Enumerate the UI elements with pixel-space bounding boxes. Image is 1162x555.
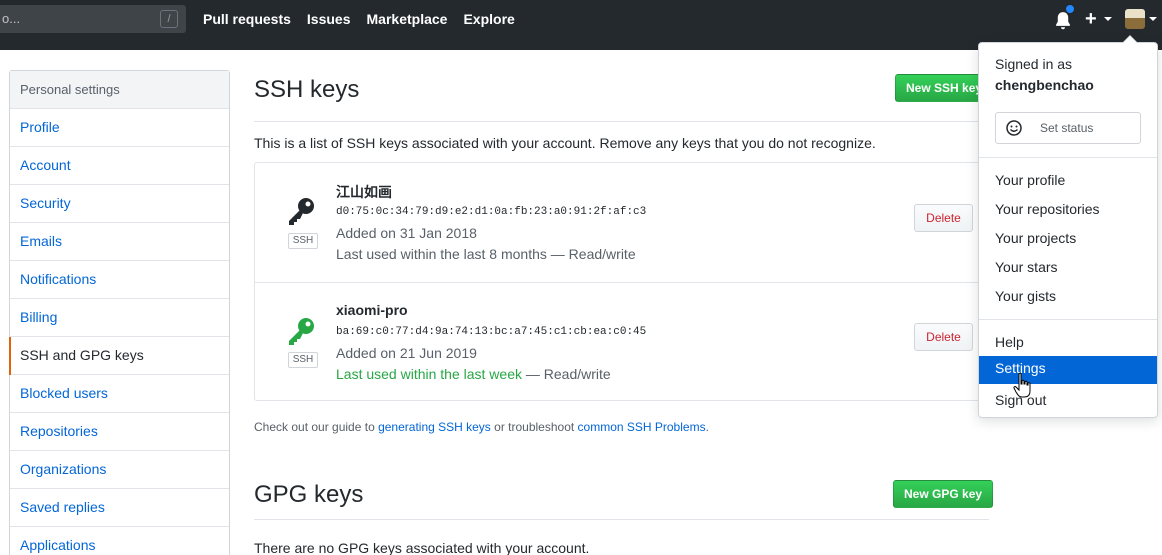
delete-key-button[interactable]: Delete [914,204,973,232]
smiley-icon [1006,120,1022,136]
sidebar-item-profile[interactable]: Profile [10,109,229,147]
sidebar-item-repositories[interactable]: Repositories [10,413,229,451]
guide-text-post: . [705,420,709,434]
key-icon [289,318,314,345]
avatar-caret-icon [1149,17,1157,21]
menu-item-your-stars[interactable]: Your stars [979,255,1157,279]
key-name: xiaomi-pro [336,302,408,318]
gpg-description: There are no GPG keys associated with yo… [254,540,590,555]
list-item: SSH 江山如画 d0:75:0c:34:79:d9:e2:d1:0a:fb:2… [255,163,988,282]
gpg-keys-title: GPG keys [254,481,364,508]
guide-text-pre: Check out our guide to [254,420,379,434]
key-last-used-time: Last used within the last week [336,366,522,382]
ssh-guide-text: Check out our guide to generating SSH ke… [254,420,709,434]
settings-sidebar: Personal settings Profile Account Securi… [9,70,230,555]
key-access-level: — Read/write [546,246,636,262]
signed-in-username[interactable]: chengbenchao [995,77,1094,93]
set-status-label: Set status [1040,121,1094,135]
create-caret-icon [1104,17,1112,21]
key-last-used-time: Last used within the last 8 months [336,246,547,262]
key-icon [289,198,314,225]
dropdown-divider [979,157,1157,158]
menu-item-settings[interactable]: Settings [979,356,1157,384]
sidebar-heading: Personal settings [10,71,229,109]
search-input[interactable]: o... / [0,5,186,33]
nav-explore[interactable]: Explore [463,11,514,27]
hand-pointer-icon [1013,372,1031,398]
list-item: SSH xiaomi-pro ba:69:c0:77:d4:9a:74:13:b… [255,282,988,401]
sidebar-item-security[interactable]: Security [10,185,229,223]
ssh-badge: SSH [288,233,318,249]
ssh-key-list: SSH 江山如画 d0:75:0c:34:79:d9:e2:d1:0a:fb:2… [254,162,989,401]
sidebar-item-blocked-users[interactable]: Blocked users [10,375,229,413]
sidebar-item-billing[interactable]: Billing [10,299,229,337]
sidebar-item-notifications[interactable]: Notifications [10,261,229,299]
guide-text-mid: or troubleshoot [490,420,578,434]
nav-marketplace[interactable]: Marketplace [367,11,448,27]
signed-in-label: Signed in as [995,56,1073,72]
set-status-button[interactable]: Set status [995,112,1141,144]
menu-item-your-projects[interactable]: Your projects [979,226,1157,250]
sidebar-item-emails[interactable]: Emails [10,223,229,261]
dropdown-caret [1122,35,1138,43]
key-added-date: Added on 31 Jan 2018 [336,225,477,241]
notification-dot [1065,4,1075,14]
sidebar-item-ssh-gpg-keys[interactable]: SSH and GPG keys [9,337,229,375]
ssh-description: This is a list of SSH keys associated wi… [254,135,876,151]
key-fingerprint: d0:75:0c:34:79:d9:e2:d1:0a:fb:23:a0:91:2… [336,206,647,218]
common-ssh-problems-link[interactable]: common SSH Problems [578,420,706,434]
avatar[interactable] [1125,9,1145,29]
ssh-title-divider [254,121,989,122]
header-actions: + [1052,4,1162,32]
key-last-used: Last used within the last 8 months — Rea… [336,246,636,262]
menu-item-sign-out[interactable]: Sign out [979,388,1157,412]
key-added-date: Added on 21 Jun 2019 [336,345,477,361]
main-nav: Pull requests Issues Marketplace Explore [203,11,515,27]
key-last-used: Last used within the last week — Read/wr… [336,366,611,382]
menu-item-your-gists[interactable]: Your gists [979,284,1157,308]
plus-icon[interactable]: + [1085,8,1097,31]
ssh-keys-title: SSH keys [254,76,360,103]
search-shortcut-key: / [160,10,178,28]
sidebar-item-organizations[interactable]: Organizations [10,451,229,489]
new-gpg-key-button[interactable]: New GPG key [893,480,994,508]
nav-issues[interactable]: Issues [307,11,351,27]
nav-pull-requests[interactable]: Pull requests [203,11,291,27]
gpg-title-divider [254,519,989,520]
key-access-level: — Read/write [522,366,611,382]
menu-item-your-profile[interactable]: Your profile [979,168,1157,192]
ssh-badge: SSH [288,352,318,368]
generating-ssh-keys-link[interactable]: generating SSH keys [378,420,491,434]
sidebar-item-applications[interactable]: Applications [10,527,229,555]
key-fingerprint: ba:69:c0:77:d4:9a:74:13:bc:a7:45:c1:cb:e… [336,326,647,338]
sidebar-item-account[interactable]: Account [10,147,229,185]
menu-item-your-repositories[interactable]: Your repositories [979,197,1157,221]
dropdown-divider [979,319,1157,320]
delete-key-button[interactable]: Delete [914,323,973,351]
search-placeholder: o... [2,11,21,26]
user-menu-dropdown: Signed in as chengbenchao Set status You… [978,35,1158,418]
sidebar-item-saved-replies[interactable]: Saved replies [10,489,229,527]
key-name: 江山如画 [336,184,392,200]
menu-item-help[interactable]: Help [979,330,1157,354]
